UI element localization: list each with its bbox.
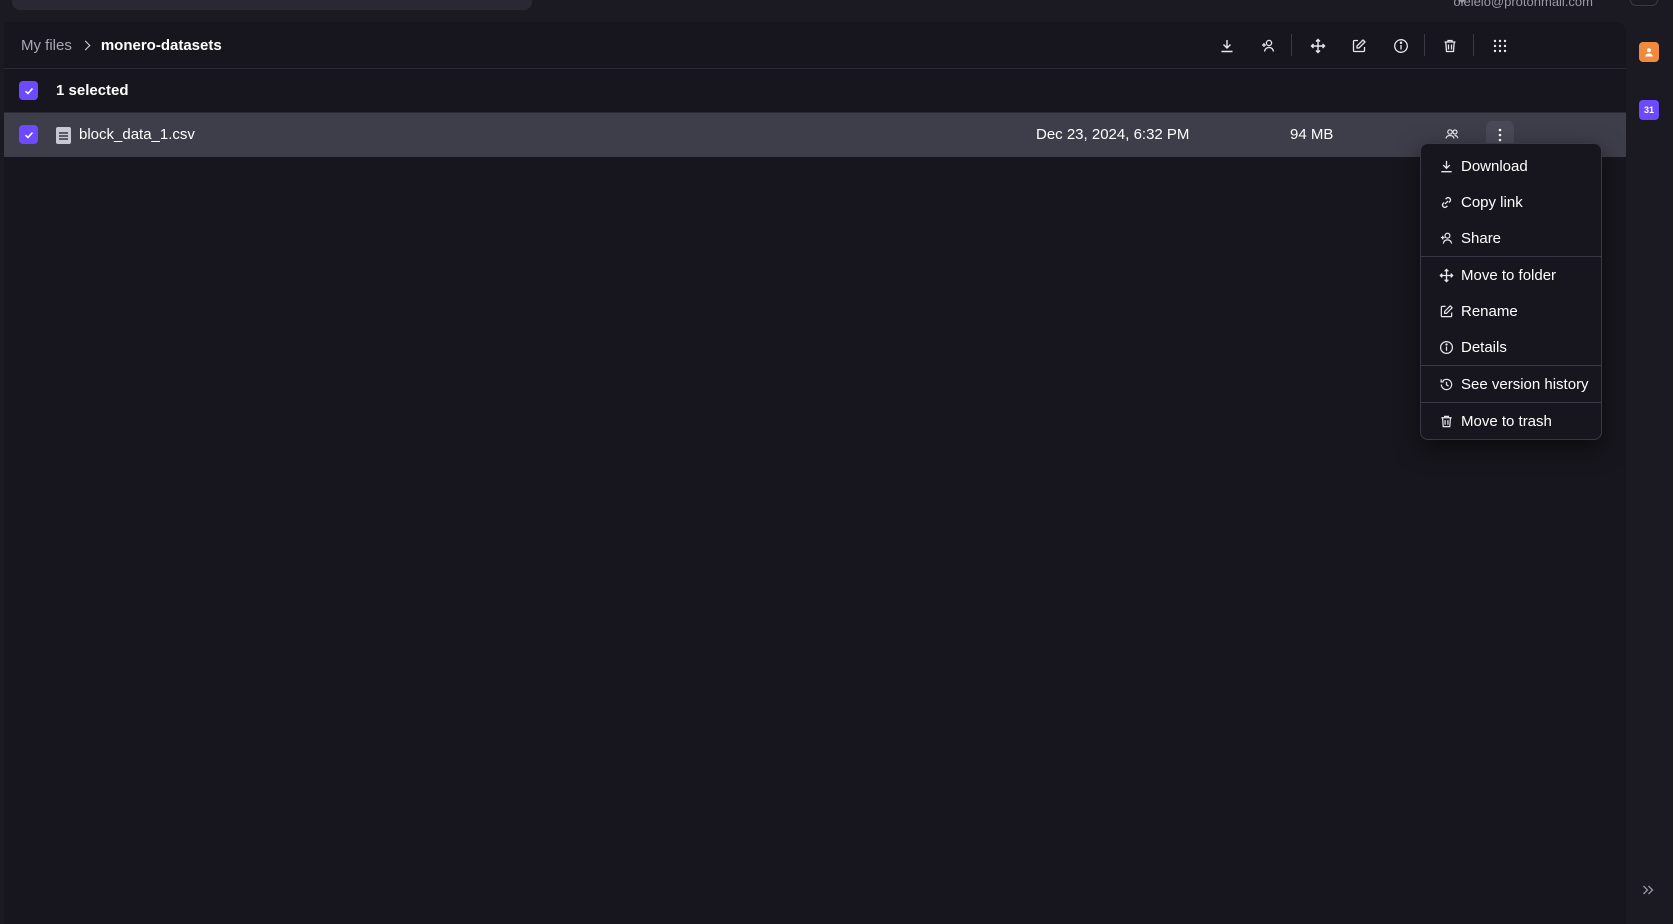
menu-item-rename[interactable]: Rename: [1421, 293, 1601, 329]
move-icon: [1438, 267, 1454, 283]
menu-item-details[interactable]: Details: [1421, 329, 1601, 365]
more-vertical-icon: [1498, 128, 1502, 142]
calendar-app-button[interactable]: 31: [1639, 100, 1659, 120]
toolbar-divider: [1473, 34, 1474, 56]
selection-bar: 1 selected: [4, 69, 1626, 113]
link-icon: [1441, 196, 1451, 208]
selection-count: 1 selected: [56, 82, 129, 99]
move-icon: [1310, 38, 1326, 54]
top-header: olelelo@protonmail.com: [0, 0, 1673, 22]
menu-item-label: Rename: [1461, 302, 1518, 320]
row-checkbox[interactable]: [19, 125, 38, 144]
details-icon: [1394, 39, 1408, 53]
toolbar-layout-button[interactable]: [1486, 32, 1514, 60]
menu-item-label: Share: [1461, 229, 1502, 247]
calendar-icon: 31: [1643, 105, 1654, 115]
toolbar: My files monero-datasets: [4, 22, 1626, 69]
account-email[interactable]: olelelo@protonmail.com: [1453, 0, 1593, 9]
chevrons-right-icon: [1643, 885, 1654, 895]
trash-icon: [1440, 415, 1452, 427]
menu-item-label: Copy link: [1461, 193, 1523, 211]
menu-item-label: Move to trash: [1461, 412, 1552, 430]
menu-item-label: Details: [1461, 338, 1507, 356]
menu-item-copy-link[interactable]: Copy link: [1421, 184, 1601, 220]
toolbar-details-button[interactable]: [1387, 32, 1415, 60]
toolbar-actions: [4, 22, 1626, 69]
download-icon: [1440, 160, 1452, 172]
menu-item-label: Move to folder: [1461, 266, 1557, 284]
toolbar-divider: [1291, 34, 1292, 56]
text-file-icon: [56, 127, 71, 144]
context-menu: Download Copy link Share Move to folder …: [1420, 143, 1602, 440]
toolbar-trash-button[interactable]: [1436, 32, 1464, 60]
menu-item-download[interactable]: Download: [1421, 148, 1601, 184]
toolbar-rename-button[interactable]: [1345, 32, 1373, 60]
rename-icon: [1352, 39, 1366, 53]
menu-item-label: Download: [1461, 157, 1528, 175]
menu-item-label: See version history: [1461, 375, 1589, 393]
menu-item-move-to-folder[interactable]: Move to folder: [1421, 257, 1601, 293]
users-icon: [1445, 129, 1459, 139]
app-rail: 31: [1626, 22, 1673, 924]
contacts-app-button[interactable]: [1639, 42, 1659, 62]
grid-icon: [1493, 39, 1507, 53]
check-icon: [24, 131, 33, 139]
file-browser-panel: My files monero-datasets 1 selected bloc…: [4, 22, 1626, 924]
toolbar-share-button[interactable]: [1254, 32, 1282, 60]
share-icon: [1440, 232, 1452, 244]
account-button[interactable]: [1630, 0, 1658, 6]
expand-rail-button[interactable]: [1640, 882, 1656, 903]
download-icon: [1221, 40, 1233, 53]
file-name[interactable]: block_data_1.csv: [79, 126, 195, 143]
trash-icon: [1444, 39, 1456, 53]
file-size: 94 MB: [1290, 126, 1334, 143]
menu-item-version-history[interactable]: See version history: [1421, 366, 1601, 402]
rename-icon: [1440, 304, 1453, 317]
file-modified-date: Dec 23, 2024, 6:32 PM: [1036, 126, 1190, 143]
menu-item-move-to-trash[interactable]: Move to trash: [1421, 403, 1601, 439]
share-icon: [1262, 39, 1275, 52]
details-icon: [1439, 340, 1453, 354]
history-icon: [1440, 378, 1452, 390]
toolbar-move-button[interactable]: [1304, 32, 1332, 60]
toolbar-download-button[interactable]: [1213, 32, 1241, 60]
select-all-checkbox[interactable]: [19, 81, 38, 100]
menu-item-share[interactable]: Share: [1421, 220, 1601, 256]
toolbar-divider: [1424, 34, 1425, 56]
check-icon: [24, 87, 33, 95]
search-bar[interactable]: [12, 0, 532, 10]
table-row[interactable]: block_data_1.csv Dec 23, 2024, 6:32 PM 9…: [4, 113, 1626, 157]
contacts-icon: [1645, 48, 1653, 57]
